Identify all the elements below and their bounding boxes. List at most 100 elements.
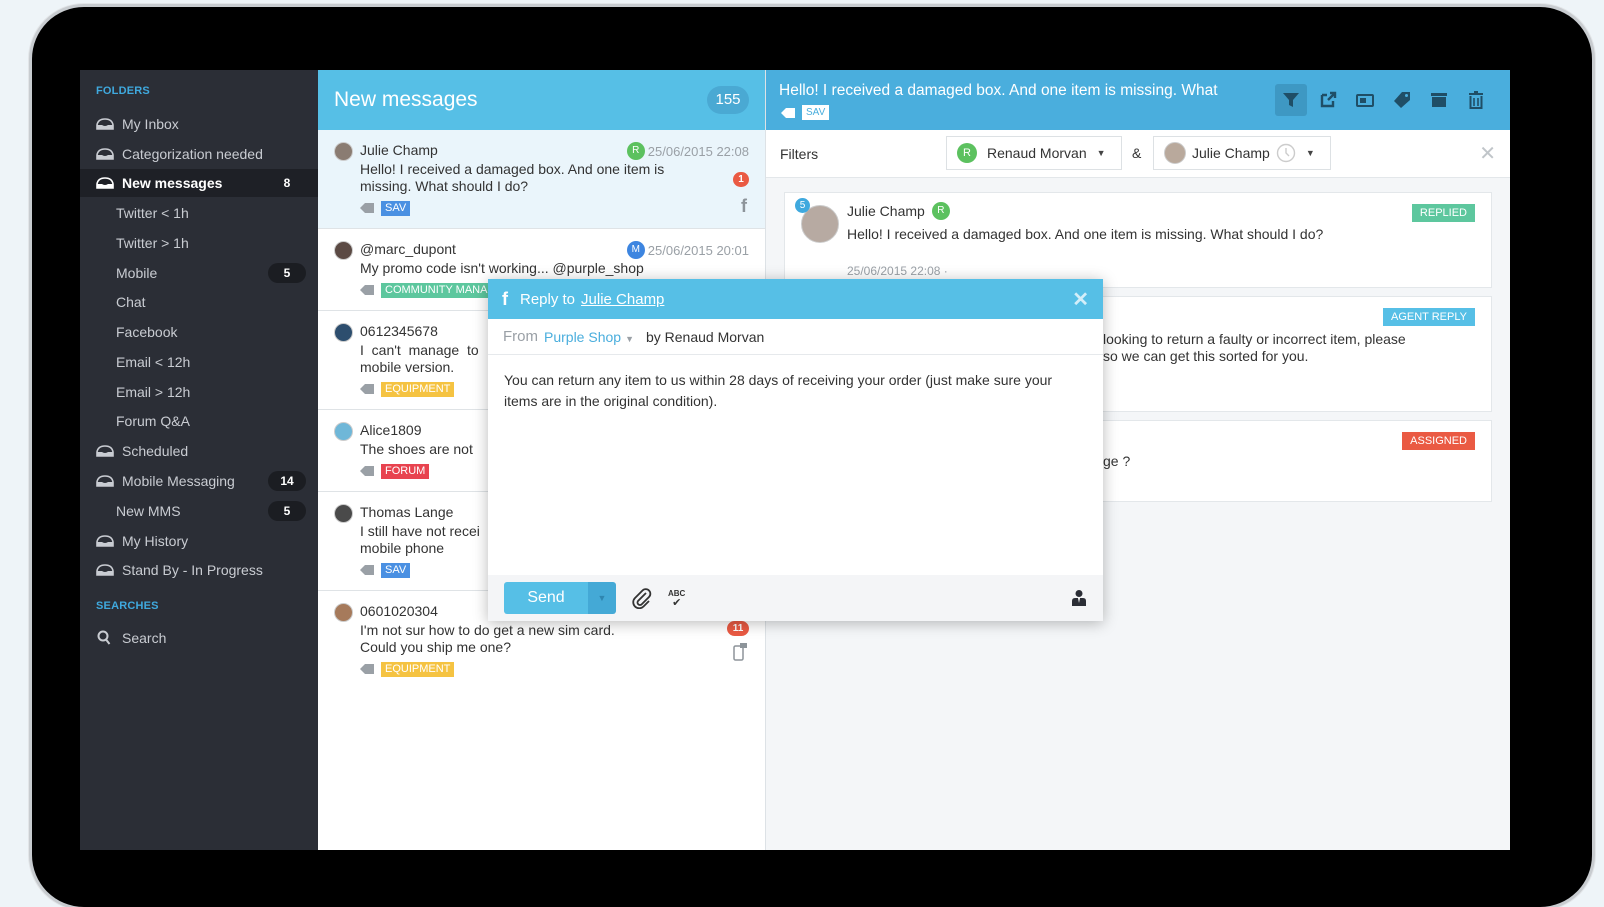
sidebar-item[interactable]: Email < 12h	[80, 348, 318, 376]
external-link-icon	[1320, 91, 1337, 108]
facebook-icon: f	[502, 288, 508, 309]
filters-label: Filters	[780, 146, 819, 162]
sidebar-item-label: My Inbox	[122, 116, 179, 132]
tag-icon	[360, 285, 374, 295]
clock-icon	[1276, 143, 1296, 163]
sidebar-item-label: Forum Q&A	[116, 413, 190, 429]
count-badge: 5	[268, 263, 306, 283]
message-tag: FORUM	[381, 463, 430, 479]
tag-icon	[781, 107, 795, 118]
send-label[interactable]: Send	[504, 582, 588, 614]
avatar	[334, 323, 353, 342]
archive-button[interactable]	[1423, 84, 1455, 116]
filter-and: &	[1132, 145, 1142, 161]
recipient-link[interactable]: Julie Champ	[581, 291, 664, 308]
tag-icon	[360, 384, 374, 394]
message-item[interactable]: Julie Champ Hello! I received a damaged …	[318, 130, 765, 229]
avatar	[334, 142, 353, 161]
reply-header: f Reply to Julie Champ ✕	[488, 279, 1103, 319]
sidebar-item[interactable]: Twitter > 1h	[80, 229, 318, 257]
app-screen: FOLDERS My Inbox Categorization needed New…	[80, 70, 1510, 850]
sidebar-item[interactable]: Twitter < 1h	[80, 199, 318, 227]
sidebar-item[interactable]: Forum Q&A	[80, 407, 318, 435]
sidebar-item[interactable]: Chat	[80, 288, 318, 316]
paperclip-icon[interactable]	[632, 587, 652, 609]
close-icon[interactable]: ✕	[1072, 287, 1089, 312]
list-header: New messages 155	[318, 70, 765, 130]
sidebar-item-label: Email < 12h	[116, 354, 191, 370]
tag-icon	[360, 466, 374, 476]
sidebar-item[interactable]: My Inbox	[80, 110, 318, 138]
tag-button[interactable]	[1386, 84, 1418, 116]
open-external-button[interactable]	[1312, 84, 1344, 116]
sidebar-item-label: Categorization needed	[122, 146, 263, 162]
conversation-tag: SAV	[802, 105, 830, 120]
sidebar-item-label: Stand By - In Progress	[122, 562, 263, 578]
list-count-badge: 155	[707, 86, 749, 114]
sidebar-item[interactable]: Scheduled	[80, 437, 318, 465]
delete-button[interactable]	[1460, 84, 1492, 116]
filter-button[interactable]	[1275, 84, 1307, 116]
sidebar-item[interactable]: Facebook	[80, 318, 318, 346]
agent-filter-name: Renaud Morvan	[987, 145, 1087, 161]
newspaper-button[interactable]	[1349, 84, 1381, 116]
sidebar-item[interactable]: Mobile 5	[80, 259, 318, 287]
agent-initial-badge: R	[957, 143, 977, 163]
sidebar-item[interactable]: My History	[80, 527, 318, 555]
sidebar-item-label: New messages	[122, 175, 223, 191]
sidebar-item[interactable]: Categorization needed	[80, 140, 318, 168]
filter-icon	[1283, 93, 1299, 107]
clear-filters-icon[interactable]: ✕	[1479, 141, 1496, 166]
card-text: ge ?	[1103, 453, 1131, 469]
message-body: I'm not sur how to do get a new sim card…	[360, 622, 615, 655]
inbox-icon	[96, 475, 114, 487]
detail-toolbar	[1275, 84, 1492, 116]
unread-badge: 11	[727, 621, 749, 636]
sidebar-item-label: Twitter > 1h	[116, 235, 189, 251]
avatar	[334, 504, 353, 523]
sidebar-item-label: Facebook	[116, 324, 178, 340]
chevron-down-icon: ▼	[1305, 148, 1315, 158]
sidebar-item[interactable]: Mobile Messaging 14	[80, 467, 318, 495]
reply-footer: Send ▼ ABC ✔	[488, 575, 1103, 621]
trash-icon	[1469, 91, 1483, 109]
assign-agent-icon[interactable]	[1071, 589, 1087, 607]
status-badge: REPLIED	[1411, 204, 1475, 222]
chevron-down-icon: ▼	[625, 333, 634, 344]
inbox-icon	[96, 564, 114, 576]
sidebar-item-label: Mobile	[116, 265, 158, 281]
avatar	[334, 422, 353, 441]
avatar	[1164, 142, 1186, 164]
send-options-chevron-icon[interactable]: ▼	[588, 582, 616, 614]
inbox-icon	[96, 177, 114, 189]
sidebar-item[interactable]: Email > 12h	[80, 378, 318, 406]
agent-filter-dropdown[interactable]: R Renaud Morvan ▼	[946, 136, 1122, 170]
reply-dialog: f Reply to Julie Champ ✕ From Purple Sho…	[488, 279, 1103, 621]
archive-icon	[1431, 93, 1447, 107]
unread-badge: 1	[733, 172, 749, 187]
inbox-icon	[96, 535, 114, 547]
send-button[interactable]: Send ▼	[504, 582, 616, 614]
detail-header: Hello! I received a damaged box. And one…	[766, 70, 1510, 130]
chevron-down-icon: ▼	[1096, 148, 1106, 158]
reply-from-row: From Purple Shop ▼ by Renaud Morvan	[488, 319, 1103, 355]
count-badge: 14	[268, 471, 306, 491]
avatar	[334, 241, 353, 260]
reply-author: by Renaud Morvan	[645, 328, 765, 345]
search-icon	[97, 630, 111, 645]
spellcheck-button[interactable]: ABC ✔	[668, 589, 685, 609]
sidebar: FOLDERS My Inbox Categorization needed New…	[80, 70, 318, 850]
contact-filter-dropdown[interactable]: Julie Champ ▼	[1153, 136, 1331, 170]
tag-icon	[360, 664, 374, 674]
avatar	[334, 603, 353, 622]
check-icon: ✔	[672, 596, 682, 609]
reply-textarea[interactable]: You can return any item to us within 28 …	[488, 355, 1103, 575]
sidebar-item-search[interactable]: Search	[80, 624, 318, 652]
message-tag: EQUIPMENT	[381, 661, 455, 677]
sidebar-item[interactable]: New MMS 5	[80, 497, 318, 525]
inbox-icon	[96, 445, 114, 457]
sidebar-item[interactable]: Stand By - In Progress	[80, 556, 318, 584]
sidebar-item[interactable]: New messages 8	[80, 169, 318, 197]
sidebar-item-label: Email > 12h	[116, 384, 191, 400]
from-account-dropdown[interactable]: Purple Shop ▼	[544, 329, 634, 345]
